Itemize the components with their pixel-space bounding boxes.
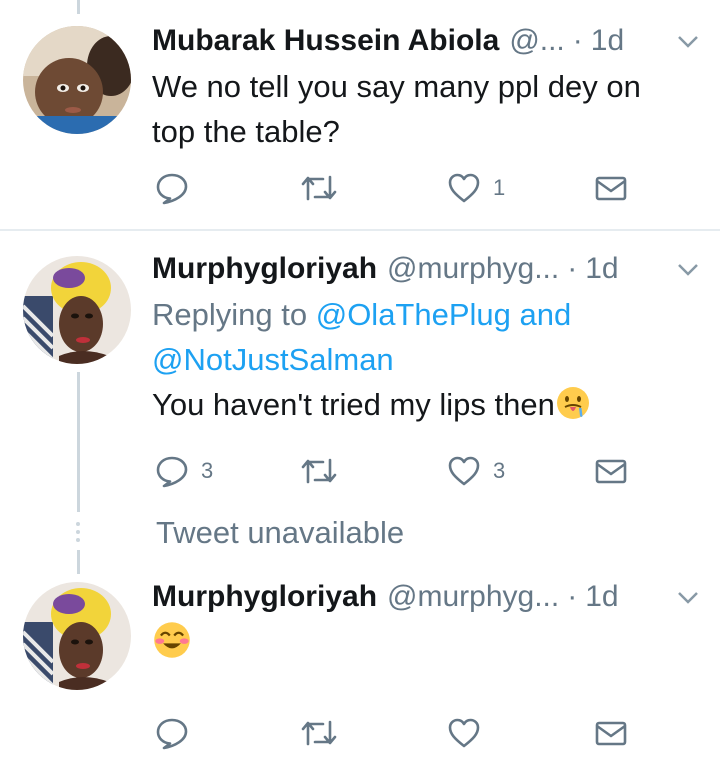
- envelope-icon: [595, 721, 627, 746]
- display-name[interactable]: Murphygloriyah: [152, 578, 377, 616]
- display-name[interactable]: Murphygloriyah: [152, 250, 377, 288]
- envelope-icon: [595, 459, 627, 484]
- replying-prefix: Replying to: [152, 297, 308, 332]
- retweet-icon: [301, 458, 337, 484]
- retweet-icon: [301, 720, 337, 746]
- timestamp[interactable]: 1d: [585, 250, 618, 288]
- tweet-text: You haven't tried my lips then: [152, 382, 700, 427]
- thread-line-middle: [77, 372, 80, 512]
- tweet-actions: 3 3: [152, 451, 660, 491]
- direct-message-button[interactable]: [594, 713, 628, 753]
- tweet-unavailable-label: Tweet unavailable: [156, 515, 405, 550]
- avatar[interactable]: [23, 582, 131, 690]
- chevron-down-icon[interactable]: [676, 34, 700, 50]
- tweet-divider: [0, 229, 720, 231]
- smiling-face-emoji: [154, 622, 190, 658]
- thread-dot: [76, 530, 80, 534]
- thread-dot: [76, 538, 80, 542]
- tweet-actions: [152, 713, 660, 753]
- heart-icon: [448, 456, 480, 486]
- tweet[interactable]: Mubarak Hussein Abiola @... · 1d We no t…: [152, 22, 700, 154]
- reply-icon: [156, 456, 188, 488]
- avatar-photo-woman-headwrap: [23, 256, 131, 364]
- retweet-button[interactable]: [299, 168, 351, 208]
- direct-message-button[interactable]: [594, 168, 628, 208]
- reply-count: 3: [201, 458, 214, 483]
- handle[interactable]: @murphyg...: [387, 578, 559, 616]
- reply-button[interactable]: [155, 168, 201, 208]
- thread-dot: [76, 522, 80, 526]
- separator: ·: [567, 580, 578, 613]
- mention-link[interactable]: @OlaThePlug: [316, 297, 511, 332]
- drooling-face-emoji: [556, 387, 589, 419]
- reply-button[interactable]: 3: [155, 451, 213, 491]
- timestamp[interactable]: 1d: [585, 578, 618, 616]
- avatar[interactable]: [23, 26, 131, 134]
- display-name[interactable]: Mubarak Hussein Abiola: [152, 22, 499, 60]
- reply-icon: [156, 173, 188, 205]
- mention-conjunction[interactable]: and: [520, 297, 572, 332]
- separator: ·: [572, 24, 583, 57]
- separator: ·: [567, 252, 578, 285]
- tweet-header: Murphygloriyah @murphyg... · 1d: [152, 250, 700, 288]
- reply-icon: [156, 718, 188, 750]
- thread-line-top: [77, 0, 80, 14]
- thread-line-lower: [77, 550, 80, 574]
- tweet-header: Murphygloriyah @murphyg... · 1d: [152, 578, 700, 616]
- tweet-actions: 1: [152, 168, 660, 208]
- retweet-button[interactable]: [299, 713, 351, 753]
- handle[interactable]: @...: [509, 22, 564, 60]
- like-button[interactable]: 3: [447, 451, 505, 491]
- tweet-text: [152, 620, 700, 666]
- envelope-icon: [595, 176, 627, 201]
- chevron-down-icon[interactable]: [676, 590, 700, 606]
- replying-to: Replying to @OlaThePlug and @NotJustSalm…: [152, 292, 672, 382]
- retweet-icon: [301, 175, 337, 201]
- avatar-photo-woman-headwrap: [23, 582, 131, 690]
- retweet-button[interactable]: [299, 451, 351, 491]
- tweet[interactable]: Murphygloriyah @murphyg... · 1d: [152, 578, 700, 666]
- tweet[interactable]: Murphygloriyah @murphyg... · 1d Replying…: [152, 250, 700, 427]
- tweet-text: We no tell you say many ppl dey on top t…: [152, 69, 641, 149]
- like-count: 3: [493, 458, 506, 483]
- like-button[interactable]: [447, 713, 493, 753]
- reply-button[interactable]: [155, 713, 201, 753]
- like-count: 1: [493, 175, 506, 200]
- avatar-photo-child: [23, 26, 131, 134]
- heart-icon: [448, 718, 480, 748]
- handle[interactable]: @murphyg...: [387, 250, 559, 288]
- mention-link[interactable]: @NotJustSalman: [152, 342, 394, 377]
- like-button[interactable]: 1: [447, 168, 505, 208]
- avatar[interactable]: [23, 256, 131, 364]
- tweet-text-content: You haven't tried my lips then: [152, 387, 555, 422]
- direct-message-button[interactable]: [594, 451, 628, 491]
- tweet-header: Mubarak Hussein Abiola @... · 1d: [152, 22, 700, 60]
- timestamp[interactable]: 1d: [591, 22, 624, 60]
- heart-icon: [448, 173, 480, 203]
- chevron-down-icon[interactable]: [676, 262, 700, 278]
